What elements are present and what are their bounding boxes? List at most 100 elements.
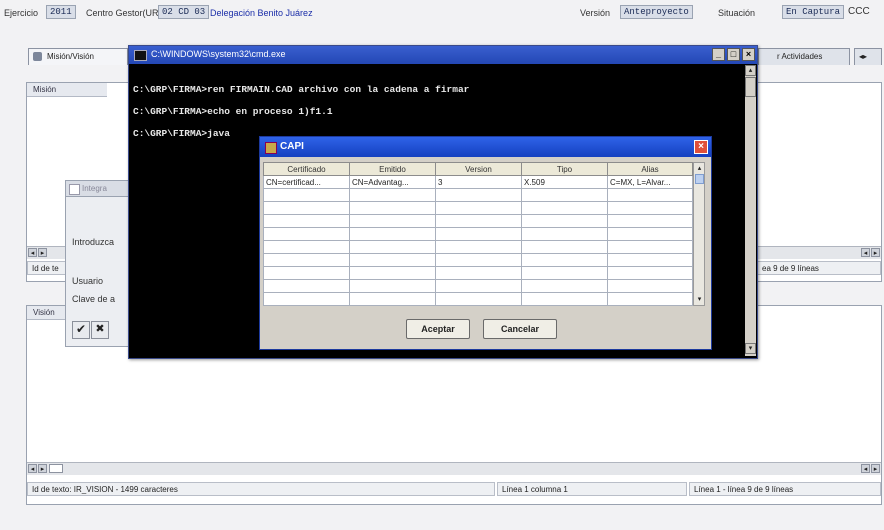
centro-gestor-name: Delegación Benito Juárez — [210, 8, 313, 18]
table-cell: 3 — [435, 175, 522, 189]
table-cell — [435, 227, 522, 241]
aceptar-button[interactable]: Aceptar — [406, 319, 470, 339]
certificate-icon — [265, 142, 277, 154]
column-header[interactable]: Tipo — [521, 162, 608, 176]
table-cell — [521, 253, 608, 267]
table-cell — [263, 214, 350, 228]
minimize-icon[interactable]: _ — [712, 48, 725, 61]
cmd-title-bar: C:\WINDOWS\system32\cmd.exe _ □ × — [129, 46, 757, 64]
tab-scroll-arrows[interactable]: ◂▸ — [854, 48, 882, 65]
mision-status-text: Id de te — [27, 261, 67, 275]
table-cell — [521, 292, 608, 306]
table-cell — [263, 253, 350, 267]
cancelar-button[interactable]: Cancelar — [483, 319, 557, 339]
ejercicio-field[interactable]: 2011 — [46, 5, 76, 19]
scroll-right-end-icon[interactable]: ▸ — [871, 248, 880, 257]
table-cell — [521, 188, 608, 202]
table-row[interactable] — [263, 292, 693, 306]
scroll-up-icon[interactable]: ▴ — [745, 65, 756, 76]
situacion-field[interactable]: En Captura — [782, 5, 845, 19]
table-cell — [349, 188, 436, 202]
tab-actividades-label: r Actividades — [777, 52, 823, 61]
ejercicio-label: Ejercicio — [4, 8, 39, 18]
scroll-thumb[interactable] — [695, 174, 704, 184]
column-header[interactable]: Emitido — [349, 162, 436, 176]
table-cell — [521, 214, 608, 228]
version-field[interactable]: Anteproyecto — [620, 5, 693, 19]
scroll-thumb[interactable] — [745, 77, 756, 97]
maximize-icon[interactable]: □ — [727, 48, 740, 61]
table-cell — [263, 266, 350, 280]
tab-actividades[interactable]: r Actividades — [758, 48, 850, 65]
table-cell: X.509 — [521, 175, 608, 189]
scroll-down-icon[interactable]: ▾ — [695, 295, 704, 304]
scroll-right-end-icon[interactable]: ▸ — [871, 464, 880, 473]
table-cell — [607, 253, 693, 267]
table-row[interactable] — [263, 253, 693, 267]
scroll-up-icon[interactable]: ▴ — [695, 164, 704, 173]
scroll-left-icon[interactable]: ◂ — [28, 464, 37, 473]
table-row[interactable] — [263, 188, 693, 202]
table-row[interactable] — [263, 214, 693, 228]
vision-horizontal-scrollbar[interactable]: ◂ ▸ ◂ ▸ — [27, 462, 881, 475]
scroll-left-icon[interactable]: ◂ — [28, 248, 37, 257]
column-header[interactable]: Version — [435, 162, 522, 176]
certificate-table: Certificado Emitido Version Tipo Alias CN=ce… — [263, 162, 693, 306]
app-icon — [69, 184, 80, 195]
vision-status-lines: Línea 1 - línea 9 de 9 líneas — [689, 482, 881, 496]
table-row[interactable] — [263, 227, 693, 241]
login-introduzca: Introduzca — [72, 237, 115, 247]
document-icon — [33, 52, 42, 61]
close-icon[interactable]: × — [694, 140, 708, 154]
table-cell — [349, 279, 436, 293]
table-cell — [521, 201, 608, 215]
table-cell — [263, 188, 350, 202]
scroll-thumb[interactable] — [49, 464, 63, 473]
table-cell — [607, 201, 693, 215]
table-cell: CN=certificad... — [263, 175, 350, 189]
table-row[interactable] — [263, 201, 693, 215]
scroll-down-icon[interactable]: ▾ — [745, 343, 756, 354]
scroll-right-icon[interactable]: ▸ — [38, 248, 47, 257]
table-cell — [607, 266, 693, 280]
table-cell — [435, 266, 522, 280]
table-row[interactable] — [263, 279, 693, 293]
close-icon[interactable]: × — [742, 48, 755, 61]
table-cell — [435, 253, 522, 267]
column-header[interactable]: Alias — [607, 162, 693, 176]
table-cell — [349, 227, 436, 241]
confirm-check-icon[interactable]: ✔ — [72, 321, 90, 339]
scroll-left-end-icon[interactable]: ◂ — [861, 464, 870, 473]
situacion-label: Situación — [718, 8, 756, 18]
table-cell — [435, 240, 522, 254]
login-usuario-label: Usuario — [72, 276, 104, 286]
table-row[interactable] — [263, 240, 693, 254]
mision-status-lines: ea 9 de 9 líneas — [757, 261, 881, 275]
login-clave-label: Clave de a — [72, 294, 116, 304]
scroll-left-end-icon[interactable]: ◂ — [861, 248, 870, 257]
tab-mision-vision[interactable]: Misión/Visión — [28, 48, 128, 65]
cancel-x-icon[interactable]: ✖ — [91, 321, 109, 339]
login-dialog: Integra Introduzca Usuario Clave de a ✔ … — [65, 180, 137, 347]
scroll-right-icon[interactable]: ▸ — [38, 464, 47, 473]
table-cell — [521, 266, 608, 280]
table-cell — [435, 292, 522, 306]
table-cell — [263, 240, 350, 254]
table-header-row: Certificado Emitido Version Tipo Alias — [263, 162, 693, 176]
table-vertical-scrollbar[interactable]: ▴ ▾ — [693, 162, 705, 306]
table-cell — [263, 292, 350, 306]
centro-gestor-field[interactable]: 02 CD 03 — [158, 5, 210, 19]
table-cell — [349, 214, 436, 228]
vision-status-text: Id de texto: IR_VISION - 1499 caracteres — [27, 482, 495, 496]
table-cell — [607, 292, 693, 306]
column-header[interactable]: Certificado — [263, 162, 350, 176]
login-title-bar: Integra — [66, 181, 136, 197]
cmd-line-2: C:\GRP\FIRMA>echo en proceso 1)f1.1 — [133, 106, 333, 117]
table-cell — [349, 253, 436, 267]
table-row[interactable]: CN=certificad... CN=Advantag... 3 X.509 C=MX… — [263, 175, 693, 189]
table-row[interactable] — [263, 266, 693, 280]
table-cell — [607, 188, 693, 202]
login-title: Integra — [82, 184, 107, 193]
capi-title: CAPI — [280, 141, 304, 152]
cmd-vertical-scrollbar[interactable]: ▴ ▾ — [745, 65, 756, 356]
